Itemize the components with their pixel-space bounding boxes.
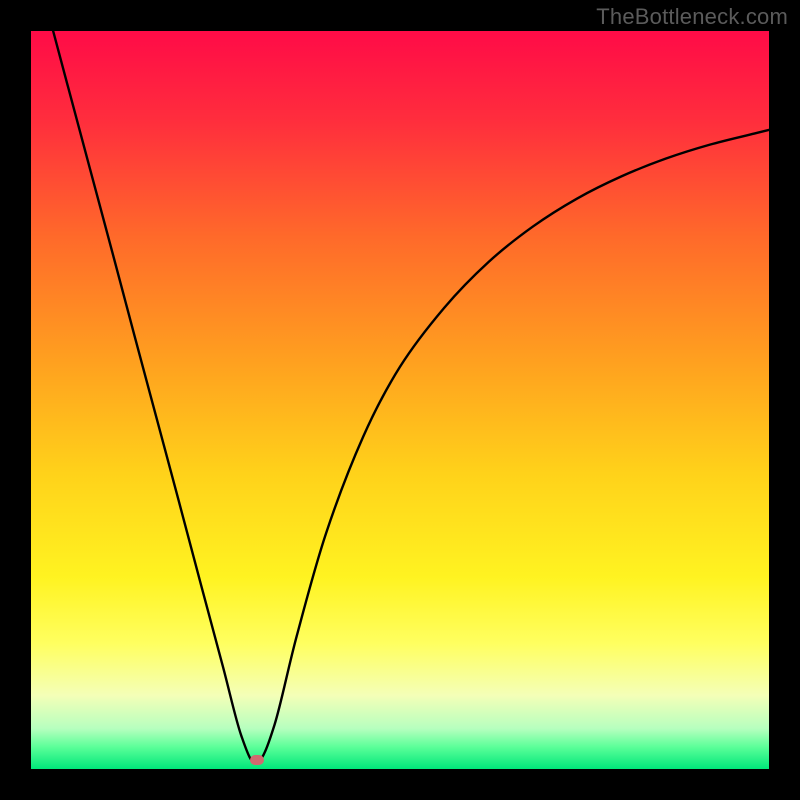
chart-frame: TheBottleneck.com: [0, 0, 800, 800]
watermark-label: TheBottleneck.com: [596, 4, 788, 30]
minimum-marker: [250, 755, 264, 765]
curve-layer: [31, 31, 769, 769]
plot-area: [31, 31, 769, 769]
bottleneck-curve: [53, 31, 769, 763]
